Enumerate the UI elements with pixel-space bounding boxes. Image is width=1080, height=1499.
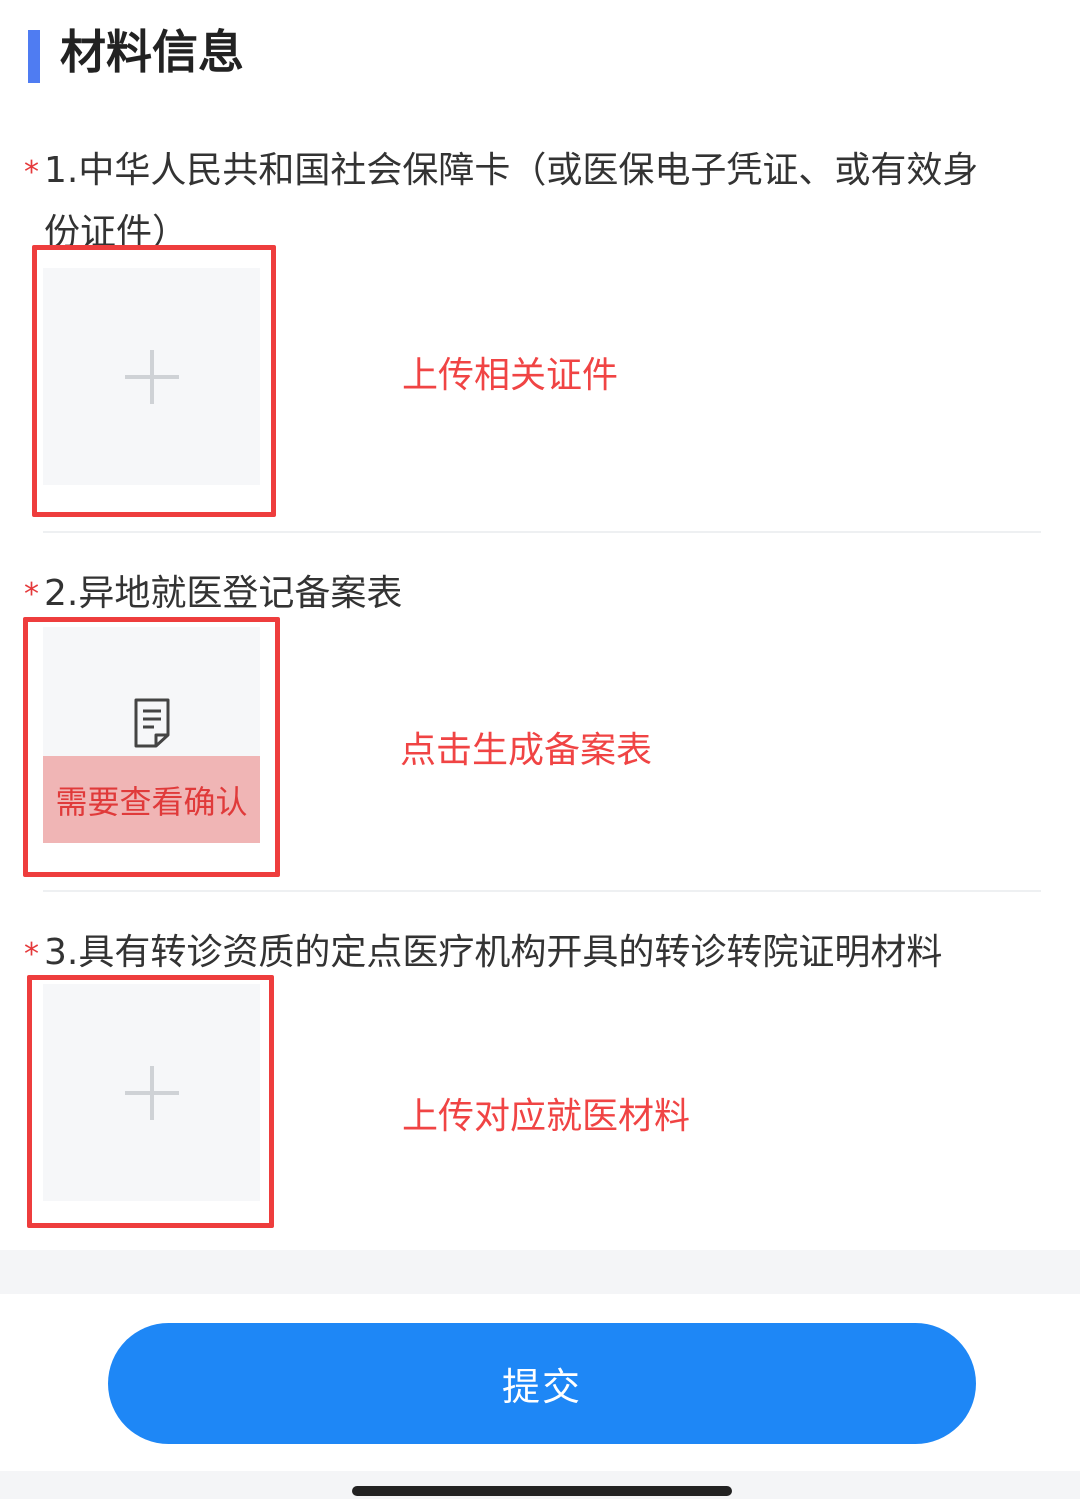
annotation-box-1 xyxy=(32,245,276,517)
annotation-box-3 xyxy=(27,975,274,1228)
annotation-text-2: 点击生成备案表 xyxy=(400,730,653,771)
item-1-label-line1: 1.中华人民共和国社会保障卡（或医保电子凭证、或有效身 xyxy=(44,150,979,191)
annotation-box-2 xyxy=(23,617,280,877)
required-mark: * xyxy=(24,155,39,190)
annotation-text-1: 上传相关证件 xyxy=(402,355,619,396)
footer-separator xyxy=(0,1250,1080,1294)
item-2-label: 2.异地就医登记备案表 xyxy=(44,573,403,614)
divider xyxy=(43,531,1041,533)
section-title: 材料信息 xyxy=(60,25,244,79)
divider xyxy=(43,890,1041,892)
annotation-text-3: 上传对应就医材料 xyxy=(402,1096,691,1137)
section-accent-bar xyxy=(28,30,40,83)
required-mark: * xyxy=(24,577,39,612)
required-mark: * xyxy=(24,937,39,972)
home-indicator[interactable] xyxy=(352,1486,732,1496)
submit-button[interactable]: 提交 xyxy=(108,1323,976,1444)
